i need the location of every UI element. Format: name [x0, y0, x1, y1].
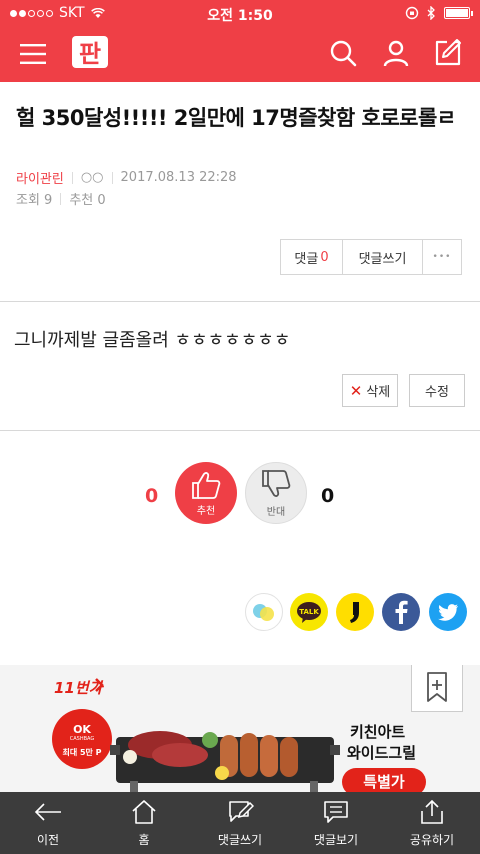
- status-bar: SKT 오전 1:50: [0, 0, 480, 26]
- nav-bar: 판: [0, 26, 480, 82]
- comment-toolbar: 댓글 0 댓글쓰기 •••: [280, 239, 462, 275]
- meta-separator: [60, 192, 62, 205]
- status-time: 오전 1:50: [207, 8, 273, 24]
- kakaotalk-share-button[interactable]: TALK: [290, 593, 328, 631]
- home-icon: [132, 800, 156, 824]
- pann-logo[interactable]: 판: [70, 32, 110, 72]
- nav-share-label: 공유하기: [409, 833, 455, 847]
- comments-button[interactable]: 댓글 0: [281, 240, 343, 274]
- more-button[interactable]: •••: [423, 240, 461, 274]
- downvote-label: 반대: [266, 507, 286, 518]
- delete-button[interactable]: ✕ 삭제: [342, 374, 398, 407]
- bookmark-button[interactable]: [411, 665, 463, 712]
- comments-count: 0: [320, 249, 329, 265]
- kakaostory-share-button[interactable]: [245, 593, 283, 631]
- nav-share-button[interactable]: 공유하기: [384, 792, 480, 854]
- upvote-button[interactable]: 추천: [175, 462, 237, 524]
- post-body: 그니까제발 글좀올려 ㅎㅎㅎㅎㅎㅎㅎ: [14, 330, 291, 351]
- upvote-label: 추천: [196, 506, 216, 517]
- svg-text:TALK: TALK: [299, 608, 319, 616]
- post-title: 헐 350달성!!!!! 2일만에 17명즐찾함 호로로롤ㄹ: [16, 106, 456, 130]
- svg-text:판: 판: [79, 40, 101, 68]
- ok-cashbag-mid: CASHBAG: [69, 736, 95, 742]
- search-icon[interactable]: [328, 38, 358, 68]
- bookmark-add-icon: [427, 672, 447, 702]
- nav-back-button[interactable]: 이전: [0, 792, 96, 854]
- meta-separator: [71, 171, 73, 184]
- author-id: ○○: [80, 170, 104, 185]
- user-icon[interactable]: [381, 38, 411, 68]
- thumbs-up-icon: [192, 472, 221, 499]
- write-comment-icon: [229, 801, 254, 822]
- nav-write-comment-label: 댓글쓰기: [217, 833, 263, 847]
- facebook-icon: [395, 600, 408, 624]
- delete-x-icon: ✕: [349, 381, 363, 400]
- nav-view-comments-label: 댓글보기: [313, 833, 359, 847]
- nav-home-button[interactable]: 홈: [96, 792, 192, 854]
- more-icon: •••: [432, 252, 452, 262]
- battery-icon: [444, 7, 473, 19]
- recommend-count: 추천 0: [69, 193, 106, 208]
- ad-product-line2: 와이드그릴: [347, 744, 417, 762]
- divider: [0, 430, 480, 431]
- share-icon: [421, 799, 443, 824]
- ok-cashbag-top: OK: [73, 723, 91, 736]
- band-share-button[interactable]: [336, 593, 374, 631]
- ok-cashbag-points: 최대 5만 P: [62, 748, 102, 757]
- nav-back-label: 이전: [36, 833, 60, 847]
- nav-write-comment-button[interactable]: 댓글쓰기: [192, 792, 288, 854]
- kakaostory-icon: [253, 604, 274, 621]
- write-comment-button[interactable]: 댓글쓰기: [343, 240, 423, 274]
- ad-product-line1: 키친아트: [350, 723, 406, 741]
- write-icon[interactable]: [433, 38, 463, 68]
- downvote-count: 0: [321, 485, 335, 507]
- post-meta: 라이관린 ○○ 2017.08.13 22:28: [16, 168, 237, 187]
- view-comments-icon: [324, 801, 348, 823]
- downvote-button[interactable]: 반대: [245, 462, 307, 524]
- comments-label: 댓글: [294, 251, 319, 267]
- thumbs-down-icon: [262, 470, 291, 497]
- nav-home-label: 홈: [138, 833, 150, 847]
- nav-view-comments-button[interactable]: 댓글보기: [288, 792, 384, 854]
- ok-cashbag-badge: OK CASHBAG 최대 5만 P: [52, 709, 112, 769]
- advertisement-banner[interactable]: 11번가 OK CASHBAG 최대 5만 P 키친아트 와이드그릴 특별가: [0, 665, 480, 793]
- edit-button[interactable]: 수정: [409, 374, 465, 407]
- top-bar: SKT 오전 1:50 판: [0, 0, 480, 82]
- view-count: 조회 9: [16, 193, 53, 208]
- ad-brand-arrow-icon: [95, 678, 104, 692]
- back-arrow-icon: [34, 803, 61, 821]
- twitter-icon: [438, 604, 458, 621]
- post-datetime: 2017.08.13 22:28: [120, 170, 237, 185]
- grill-product-image: [110, 731, 340, 793]
- author-name[interactable]: 라이관린: [16, 168, 64, 187]
- delete-label: 삭제: [366, 385, 391, 400]
- bottom-toolbar: 이전 홈 댓글쓰기 댓글보기 공유하기: [0, 792, 480, 854]
- post-stats: 조회 9 추천 0: [16, 189, 106, 208]
- twitter-share-button[interactable]: [429, 593, 467, 631]
- meta-separator: [111, 171, 113, 184]
- upvote-count: 0: [145, 485, 159, 507]
- kakaotalk-icon: TALK: [297, 602, 321, 623]
- ad-promo-badge: 특별가: [342, 768, 426, 793]
- menu-icon[interactable]: [20, 44, 46, 64]
- band-icon: [350, 602, 359, 623]
- divider: [0, 301, 480, 302]
- facebook-share-button[interactable]: [382, 593, 420, 631]
